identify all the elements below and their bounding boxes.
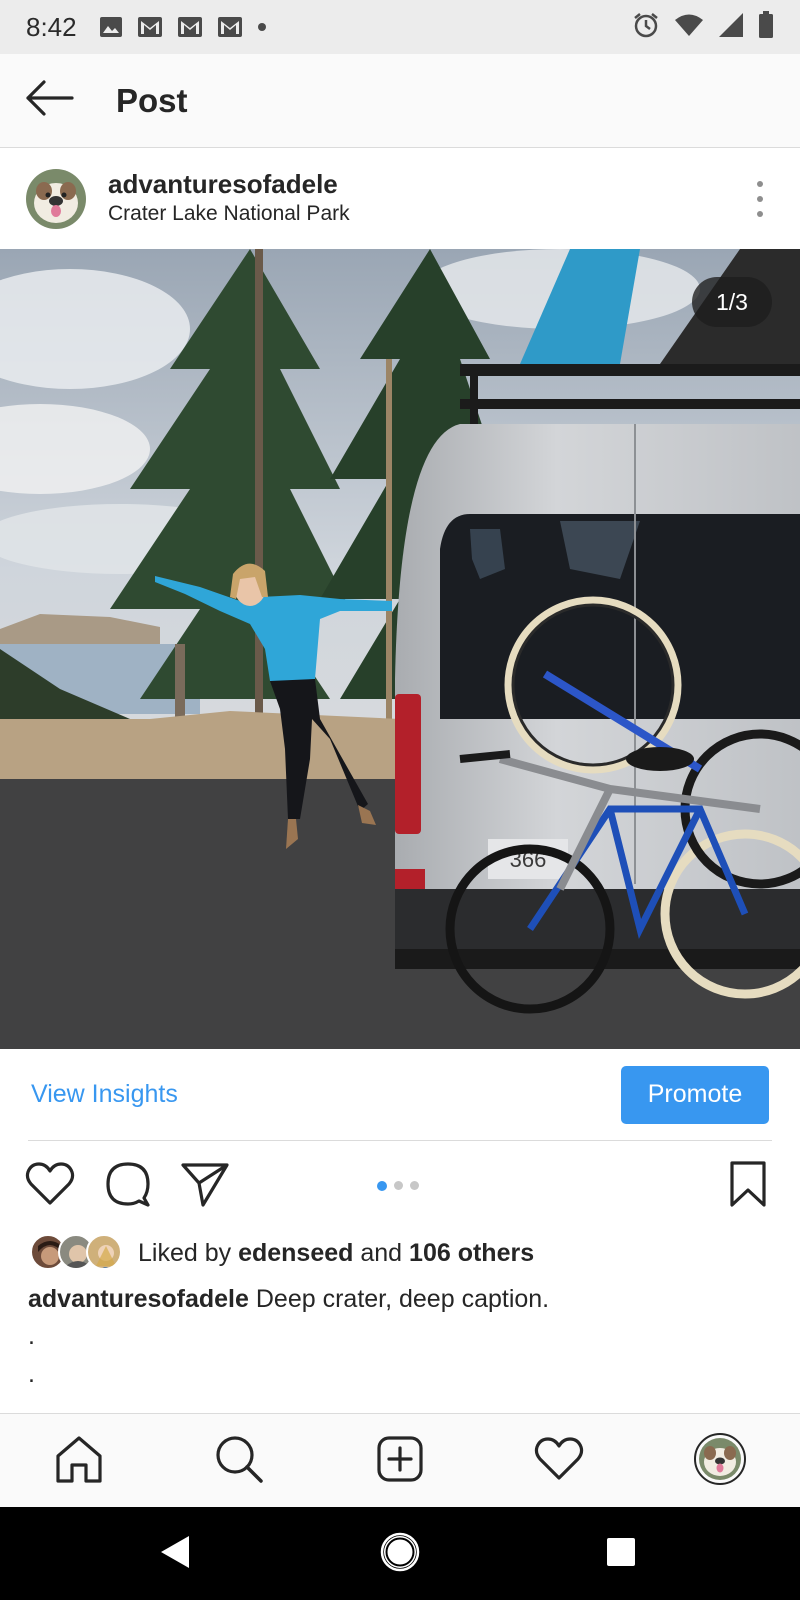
page-title: Post <box>116 81 188 119</box>
nav-search[interactable] <box>207 1430 271 1492</box>
save-button[interactable] <box>720 1160 776 1212</box>
gmail-icon <box>177 16 203 38</box>
promote-button[interactable]: Promote <box>621 1065 769 1124</box>
search-icon <box>214 1434 264 1489</box>
caption-dot: . <box>28 1360 35 1388</box>
home-icon <box>54 1434 104 1489</box>
likes-summary: Liked by edenseed and 106 others <box>138 1239 534 1268</box>
post-username[interactable]: advanturesofadele <box>108 169 350 199</box>
status-time: 8:42 <box>26 11 77 42</box>
carousel-dot <box>410 1181 419 1190</box>
carousel-dot <box>394 1181 403 1190</box>
post-header: advanturesofadele Crater Lake National P… <box>0 149 800 249</box>
caption-text: Deep crater, deep caption. <box>255 1285 550 1313</box>
battery-icon <box>758 10 774 44</box>
likes-others-count[interactable]: 106 others <box>409 1239 534 1267</box>
dot-icon <box>257 22 267 32</box>
nav-profile[interactable] <box>688 1430 752 1492</box>
app-bar: Post <box>0 54 800 148</box>
gmail-icon <box>137 16 163 38</box>
new-post-icon <box>376 1435 424 1488</box>
square-recents-icon <box>606 1537 636 1572</box>
system-back-button[interactable] <box>150 1529 200 1579</box>
carousel-indicator <box>377 1180 419 1191</box>
wifi-icon <box>674 13 704 42</box>
caption-username[interactable]: advanturesofadele <box>28 1285 249 1313</box>
post-caption: advanturesofadele Deep crater, deep capt… <box>28 1279 778 1319</box>
more-dot <box>757 196 763 202</box>
system-recents-button[interactable] <box>596 1529 646 1579</box>
heart-icon <box>25 1161 75 1212</box>
post-image[interactable]: 366 1/3 <box>0 249 800 1049</box>
post-actions <box>0 1146 800 1226</box>
system-home-button[interactable] <box>375 1529 425 1579</box>
system-nav-bar <box>0 1507 800 1600</box>
alarm-icon <box>632 11 660 44</box>
caption-dot: . <box>28 1400 35 1410</box>
carousel-dot-active <box>377 1180 387 1191</box>
share-icon <box>180 1161 230 1212</box>
liker-username[interactable]: edenseed <box>238 1239 353 1267</box>
liker-avatars <box>30 1234 122 1272</box>
gmail-icon <box>217 16 243 38</box>
view-insights-link[interactable]: View Insights <box>28 1080 178 1109</box>
nav-new-post[interactable] <box>368 1430 432 1492</box>
triangle-back-icon <box>159 1535 191 1574</box>
nav-home[interactable] <box>47 1430 111 1492</box>
image-counter: 1/3 <box>692 277 772 327</box>
avatar[interactable] <box>26 169 86 229</box>
profile-icon <box>694 1432 746 1490</box>
bottom-nav <box>0 1413 800 1507</box>
signal-icon <box>718 12 744 43</box>
activity-icon <box>534 1436 584 1487</box>
post-location[interactable]: Crater Lake National Park <box>108 199 350 229</box>
share-button[interactable] <box>177 1160 233 1212</box>
likes-conjunction: and <box>360 1238 403 1267</box>
more-dot <box>757 211 763 217</box>
likes-row[interactable]: Liked by edenseed and 106 others <box>30 1231 534 1275</box>
more-options-button[interactable] <box>750 179 770 219</box>
insights-bar: View Insights Promote <box>28 1049 772 1141</box>
more-dot <box>757 181 763 187</box>
back-button[interactable] <box>0 54 110 148</box>
image-icon <box>99 15 123 39</box>
like-button[interactable] <box>22 1160 78 1212</box>
status-bar: 8:42 <box>0 0 800 54</box>
comment-button[interactable] <box>100 1160 156 1212</box>
caption-dot: . <box>28 1322 35 1350</box>
bookmark-icon <box>728 1160 768 1213</box>
likes-prefix: Liked by <box>138 1238 232 1267</box>
arrow-left-icon <box>24 80 74 121</box>
comment-icon <box>104 1160 152 1213</box>
circle-home-icon <box>380 1532 420 1577</box>
liker-avatar <box>86 1234 122 1270</box>
nav-activity[interactable] <box>527 1430 591 1492</box>
